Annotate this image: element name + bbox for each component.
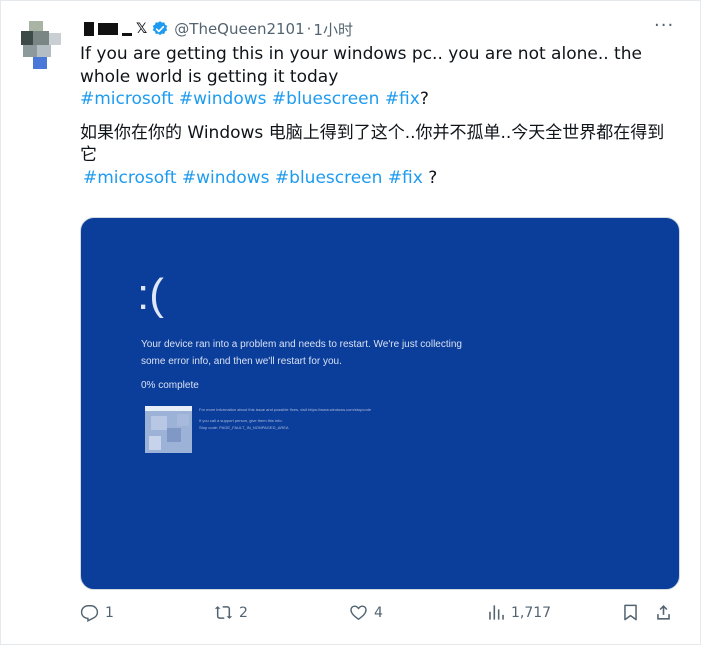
avatar-pixel xyxy=(23,45,37,57)
bookmark-icon xyxy=(624,604,637,621)
like-button[interactable]: 4 xyxy=(349,603,383,622)
reply-count: 1 xyxy=(105,604,114,621)
bsod-fine-print: For more information about this issue an… xyxy=(199,406,499,431)
view-count: 1,717 xyxy=(511,604,552,621)
hashtag-links[interactable]: #microsoft #windows #bluescreen #fix xyxy=(80,89,420,109)
views-button[interactable]: 1,717 xyxy=(486,603,551,622)
repost-icon xyxy=(214,606,233,619)
x-logo-icon: 𝕏 xyxy=(136,21,148,37)
repost-count: 2 xyxy=(239,604,248,621)
avatar-pixel xyxy=(49,33,61,45)
qr-code xyxy=(145,406,192,453)
avatar-pixel xyxy=(33,31,49,45)
fine-print-line: Stop code: PAGE_FAULT_IN_NONPAGED_AREA xyxy=(199,425,289,430)
tweet-text-en: If you are getting this in your windows … xyxy=(80,44,642,87)
share-icon xyxy=(657,604,670,620)
bsod-progress: 0% complete xyxy=(141,380,199,391)
avatar-pixel xyxy=(29,21,43,31)
hashtags-en: #microsoft #windows #bluescreen #fix? xyxy=(80,88,680,111)
avatar-pixel xyxy=(33,57,47,69)
redacted-display-name[interactable] xyxy=(84,22,132,36)
bsod-message: Your device ran into a problem and needs… xyxy=(141,339,462,367)
more-icon[interactable]: ··· xyxy=(654,17,674,35)
bsod-image[interactable]: :( Your device ran into a problem and ne… xyxy=(80,217,680,590)
redaction-block xyxy=(84,22,94,36)
hashtags-zh: #microsoft #windows #bluescreen #fix ? xyxy=(80,167,680,190)
hashtag-suffix: ? xyxy=(422,167,438,188)
fine-print-line: If you call a support person, give them … xyxy=(199,418,283,423)
reply-icon xyxy=(80,605,99,622)
sad-face: :( xyxy=(137,270,164,319)
tweet-text-zh: 如果你在你的 Windows 电脑上得到了这个..你并不孤单..今天全世界都在得… xyxy=(80,122,665,166)
reply-button[interactable]: 1 xyxy=(80,603,114,622)
user-handle[interactable]: @TheQueen2101 xyxy=(174,20,304,38)
action-bar: 1 2 4 1,717 xyxy=(0,603,701,627)
share-button[interactable] xyxy=(654,603,673,622)
like-icon xyxy=(350,605,367,620)
separator: · xyxy=(306,20,312,38)
tweet-text: If you are getting this in your windows … xyxy=(80,43,680,189)
redaction-block xyxy=(98,23,118,35)
like-count: 4 xyxy=(374,604,383,621)
hashtag-links[interactable]: #microsoft #windows #bluescreen #fix xyxy=(83,168,423,188)
views-icon xyxy=(489,605,504,620)
avatar-pixel xyxy=(21,31,33,45)
avatar-pixel xyxy=(37,45,51,57)
avatar[interactable] xyxy=(21,21,61,69)
redaction-block xyxy=(122,32,132,36)
bookmark-button[interactable] xyxy=(621,603,640,622)
tweet-header: 𝕏 @TheQueen2101 · 1小时 xyxy=(84,18,353,40)
fine-print-line: For more information about this issue an… xyxy=(199,407,372,412)
hashtag-suffix: ? xyxy=(419,89,429,109)
repost-button[interactable]: 2 xyxy=(214,603,248,622)
verified-badge-icon xyxy=(153,21,168,36)
timestamp[interactable]: 1小时 xyxy=(313,19,353,40)
